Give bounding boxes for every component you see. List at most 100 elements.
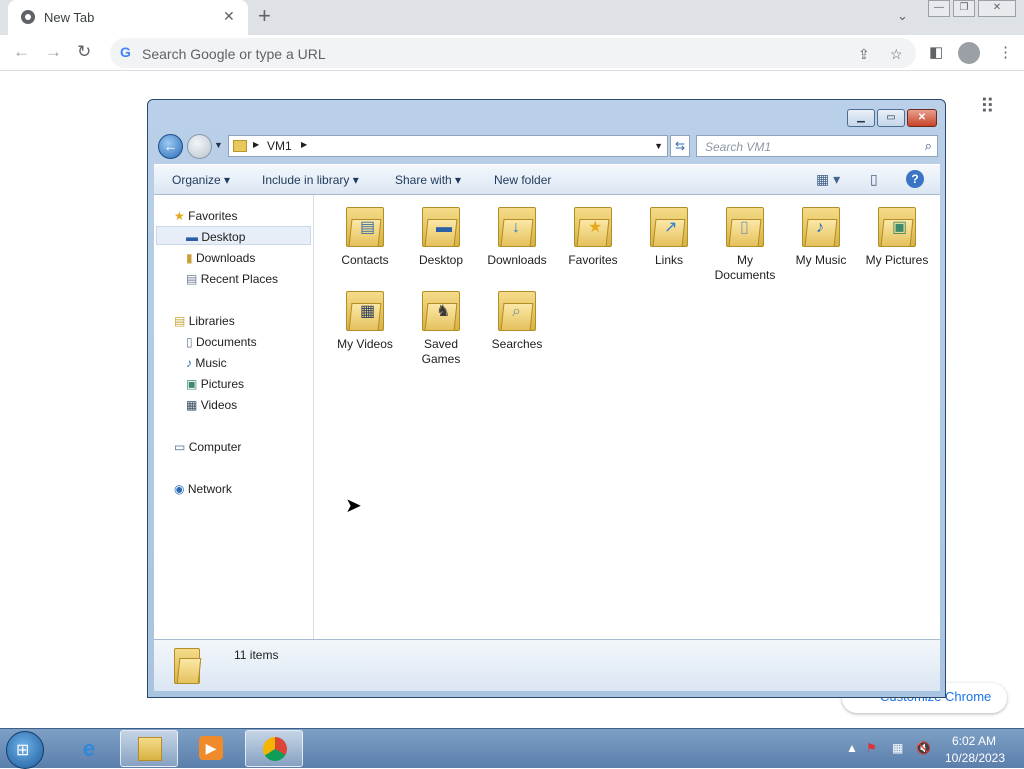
network-tray-icon[interactable]: ▦ [892, 741, 903, 755]
nav-item-network[interactable]: ◉ Network [174, 482, 232, 496]
tab-search-chevron-icon[interactable]: ⌄ [897, 8, 908, 24]
folder-label: Downloads [481, 253, 553, 268]
folder-icon: ♪ [800, 203, 842, 247]
folder-label-line2: Games [421, 352, 461, 366]
clock-time[interactable]: 6:02 AM [944, 734, 1004, 748]
documents-icon: ▯ [186, 335, 193, 349]
back-arrow-icon[interactable]: ← [158, 134, 183, 159]
refresh-icon[interactable]: ⇆ [670, 135, 690, 157]
film-badge-icon: ▦ [360, 303, 376, 320]
include-in-library-button[interactable]: Include in library ▾ [262, 173, 359, 187]
folder-icon: ▦ [344, 287, 386, 331]
folder-item[interactable]: ♪ My Music [785, 203, 857, 268]
restore-button[interactable]: ❐ [953, 0, 975, 17]
folder-item[interactable]: ▤ Contacts [329, 203, 401, 268]
star-icon[interactable]: ☆ [890, 46, 903, 63]
folder-item[interactable]: ▬ Desktop [405, 203, 477, 268]
star-badge-icon: ★ [588, 219, 603, 236]
reload-icon[interactable]: ↻ [77, 42, 91, 62]
explorer-window: ▁ ▭ ✕ ← ▼ ▶ VM1 ▶ ▼ ⇆ Search VM1 ⌕ Organ… [147, 99, 946, 698]
folder-label: My Documents [709, 253, 781, 283]
address-bar[interactable]: ▶ VM1 ▶ ▼ [228, 135, 668, 157]
nav-music-label: Music [195, 356, 227, 370]
close-button[interactable]: ✕ [978, 0, 1016, 17]
magnifier-badge-icon: ⌕ [512, 303, 521, 320]
tab-close-icon[interactable]: ✕ [223, 8, 235, 25]
breadcrumb-arrow-icon[interactable]: ▶ [301, 140, 307, 149]
explorer-close-button[interactable]: ✕ [907, 109, 937, 127]
nav-item-favorites[interactable]: ★ Favorites [174, 209, 237, 223]
nav-item-music[interactable]: ♪ Music [186, 356, 227, 370]
taskbar-windows-explorer[interactable] [120, 730, 178, 767]
nav-item-computer[interactable]: ▭ Computer [174, 440, 241, 454]
breadcrumb-arrow-icon[interactable]: ▶ [253, 140, 259, 149]
folder-label-line2: Documents [714, 268, 776, 282]
share-icon[interactable]: ⇪ [858, 46, 870, 63]
menu-icon[interactable]: ⋮ [998, 43, 1013, 61]
nav-item-recent-places[interactable]: ▤ Recent Places [186, 272, 278, 286]
taskbar-google-chrome[interactable] [245, 730, 303, 767]
nav-item-downloads[interactable]: ▮ Downloads [186, 251, 255, 265]
explorer-minimize-button[interactable]: ▁ [847, 109, 875, 127]
nav-item-libraries[interactable]: ▤ Libraries [174, 314, 235, 328]
forward-arrow-icon[interactable] [187, 134, 212, 159]
pictures-icon: ▣ [186, 377, 198, 391]
search-icon[interactable]: ⌕ [925, 138, 932, 154]
music-note-icon: ♪ [186, 356, 192, 370]
nav-videos-label: Videos [200, 398, 238, 412]
folder-item[interactable]: ⌕ Searches [481, 287, 553, 352]
side-panel-icon[interactable]: ◧ [929, 43, 943, 61]
download-arrow-icon: ↓ [512, 219, 520, 236]
new-folder-button[interactable]: New folder [494, 173, 551, 187]
chrome-favicon-icon [21, 10, 35, 24]
nav-item-documents[interactable]: ▯ Documents [186, 335, 257, 349]
tab-new-tab[interactable]: New Tab ✕ [8, 0, 248, 35]
folder-label-line1: My [737, 253, 753, 267]
desktop-icon: ▬ [186, 230, 198, 244]
profile-icon[interactable] [958, 42, 980, 64]
apps-grid-icon[interactable]: ⠿ [980, 94, 995, 119]
folder-item[interactable]: ↗ Links [633, 203, 705, 268]
back-icon[interactable]: ← [13, 42, 30, 62]
link-arrow-icon: ↗ [664, 219, 678, 236]
search-input[interactable]: Search VM1 ⌕ [696, 135, 938, 157]
nav-item-videos[interactable]: ▦ Videos [186, 398, 237, 412]
star-icon: ★ [174, 209, 185, 223]
clock-date[interactable]: 10/28/2023 [940, 751, 1010, 765]
address-dropdown-icon[interactable]: ▼ [654, 141, 663, 151]
contacts-badge-icon: ▤ [360, 219, 376, 236]
folder-item[interactable]: ♞ Saved Games [405, 287, 477, 367]
recent-places-icon: ▤ [186, 272, 198, 286]
folder-icon: ▬ [420, 203, 462, 247]
help-icon[interactable]: ? [906, 170, 924, 188]
folder-label: Favorites [557, 253, 629, 268]
folder-item[interactable]: ↓ Downloads [481, 203, 553, 268]
start-button[interactable]: ⊞ [6, 731, 44, 769]
folder-item[interactable]: ★ Favorites [557, 203, 629, 268]
omnibox[interactable]: G Search Google or type a URL ⇪ ☆ [110, 38, 916, 68]
forward-icon[interactable]: → [45, 42, 62, 62]
folder-item[interactable]: ▦ My Videos [329, 287, 401, 352]
organize-button[interactable]: Organize ▾ [172, 173, 230, 187]
breadcrumb-vm1[interactable]: VM1 [267, 139, 292, 153]
folder-item[interactable]: ▣ My Pictures [861, 203, 933, 268]
taskbar-internet-explorer[interactable]: e [60, 730, 118, 767]
taskbar-media-player[interactable]: ▶ [182, 730, 240, 767]
show-hidden-icons-icon[interactable]: ▲ [846, 741, 858, 755]
folder-label-line1: My Music [795, 253, 847, 267]
volume-muted-icon[interactable]: 🔇 [916, 741, 931, 755]
action-center-flag-icon[interactable]: ⚑ [866, 741, 877, 755]
nav-item-pictures[interactable]: ▣ Pictures [186, 377, 244, 391]
nav-item-desktop[interactable]: ▬ Desktop [186, 230, 245, 244]
new-tab-button[interactable]: + [258, 3, 271, 29]
folder-item[interactable]: ▯ My Documents [709, 203, 781, 283]
folder-label-line1: Searches [491, 337, 543, 351]
view-options-icon[interactable]: ▦ ▾ [816, 171, 840, 188]
explorer-maximize-button[interactable]: ▭ [877, 109, 905, 127]
history-dropdown-icon[interactable]: ▼ [214, 140, 223, 150]
preview-pane-icon[interactable]: ▯ [870, 171, 878, 188]
minimize-button[interactable]: — [928, 0, 950, 17]
share-with-button[interactable]: Share with ▾ [395, 173, 461, 187]
folder-label-line1: Links [654, 253, 683, 267]
omnibox-placeholder: Search Google or type a URL [142, 46, 326, 62]
